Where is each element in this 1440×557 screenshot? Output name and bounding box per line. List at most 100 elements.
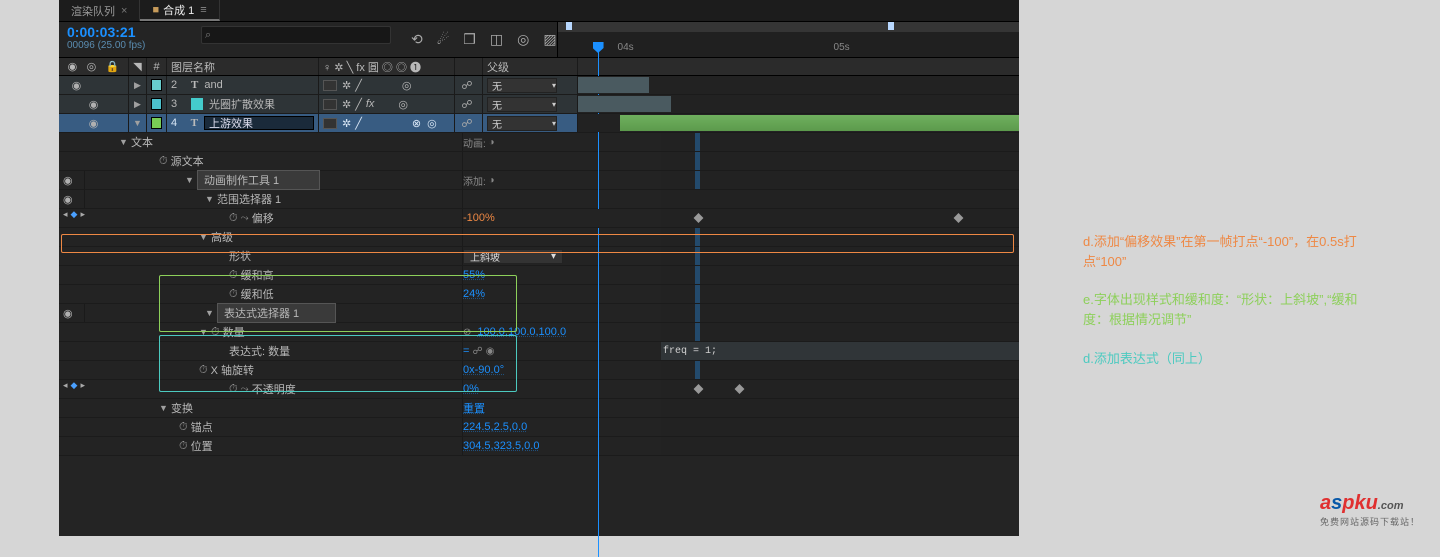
annotation-d1: d.添加“偏移效果”在第一帧打点“-100”，在0.5s打点“100”: [1083, 232, 1383, 272]
parent-dropdown[interactable]: 无▾: [487, 78, 557, 93]
twirl-icon[interactable]: ▼: [205, 194, 214, 204]
stopwatch-icon[interactable]: ⏱: [199, 364, 208, 377]
label-header-icon: ◥: [129, 58, 147, 75]
parent-dropdown[interactable]: 无▾: [487, 97, 557, 112]
draft3d-icon[interactable]: ⟲: [411, 31, 423, 48]
panel-menu-icon[interactable]: ≡: [200, 4, 206, 16]
tab-render-queue[interactable]: 渲染队列×: [59, 0, 140, 21]
pickwhip-icon[interactable]: ☍: [459, 79, 475, 92]
twirl-icon[interactable]: ▼: [185, 175, 194, 185]
tab-comp-1[interactable]: ■合成 1≡: [140, 0, 219, 21]
after-effects-panel: 渲染队列× ■合成 1≡ 0:00:03:21 00096 (25.00 fps…: [59, 0, 1019, 536]
parent-dropdown[interactable]: 无▾: [487, 116, 557, 131]
stopwatch-icon[interactable]: ⏱: [211, 326, 220, 339]
pickwhip-icon[interactable]: ☍: [459, 98, 475, 111]
annotation-d2: d.添加表达式（同上）: [1083, 349, 1383, 369]
label-color[interactable]: [151, 117, 162, 129]
add-animator-icon[interactable]: ◑: [486, 137, 495, 148]
twirl-icon[interactable]: ▼: [133, 118, 142, 128]
expression-play-icon[interactable]: ◉: [486, 346, 495, 357]
prop-advanced[interactable]: ▼ 高级: [59, 228, 1019, 247]
stopwatch-icon[interactable]: ⏱: [159, 155, 168, 168]
prop-animator[interactable]: ◉ ▼ 动画制作工具 1 添加: ◑: [59, 171, 1019, 190]
anchor-value[interactable]: 224.5,2.5,0.0: [463, 421, 527, 433]
prop-ease-high[interactable]: ⏱ 缓和高 55%: [59, 266, 1019, 285]
add-property-icon[interactable]: ◑: [486, 175, 495, 186]
annotation-e: e.字体出现样式和缓和度：“形状：上斜坡”,“缓和度：根据情况调节”: [1083, 290, 1383, 330]
shape-dropdown[interactable]: 上斜坡▾: [463, 249, 563, 264]
lock-header-icon: 🔒: [106, 60, 120, 73]
twirl-icon[interactable]: ▼: [119, 137, 128, 147]
layer-name-input[interactable]: [204, 116, 314, 130]
prop-x-rotation[interactable]: ⏱ X 轴旋转 0x-90.0°: [59, 361, 1019, 380]
x-rotation-value[interactable]: 0x-90.0°: [463, 364, 504, 376]
prop-expression-selector[interactable]: ◉ ▼ 表达式选择器 1: [59, 304, 1019, 323]
prev-kf-icon[interactable]: ◂: [63, 380, 68, 398]
twirl-icon[interactable]: ▶: [134, 80, 141, 91]
label-color[interactable]: [151, 98, 162, 110]
opacity-value[interactable]: 0%: [463, 383, 479, 395]
ease-high-value[interactable]: 55%: [463, 269, 485, 281]
twirl-icon[interactable]: ▶: [134, 99, 141, 110]
next-kf-icon[interactable]: ▸: [80, 209, 85, 227]
prop-transform-group[interactable]: ▼ 变换 重置: [59, 399, 1019, 418]
layer-row-3[interactable]: ◉ ▶ 3光圈扩散效果 ✲╱fx◎ ☍ 无▾: [59, 95, 1019, 114]
label-color[interactable]: [151, 79, 162, 91]
stopwatch-icon[interactable]: ⏱: [229, 269, 238, 282]
prop-shape[interactable]: 形状 上斜坡▾: [59, 247, 1019, 266]
prop-amount[interactable]: ▼ ⏱ 数量 ⊘100.0,100.0,100.0: [59, 323, 1019, 342]
prop-ease-low[interactable]: ⏱ 缓和低 24%: [59, 285, 1019, 304]
pickwhip-icon[interactable]: ☍: [459, 117, 475, 130]
eye-icon[interactable]: ◉: [72, 79, 82, 92]
solo-header-icon: ◎: [87, 60, 97, 73]
eye-header-icon: ◉: [68, 60, 78, 73]
stopwatch-icon[interactable]: ⏱: [229, 212, 238, 225]
annotations: d.添加“偏移效果”在第一帧打点“-100”，在0.5s打点“100” e.字体…: [1083, 232, 1383, 369]
twirl-icon[interactable]: ▼: [199, 232, 208, 242]
twirl-icon[interactable]: ▼: [205, 308, 214, 318]
eye-icon[interactable]: ◉: [63, 174, 73, 187]
prop-text-group[interactable]: ▼ 文本 动画: ◑: [59, 133, 1019, 152]
reset-link[interactable]: 重置: [463, 400, 485, 416]
layer-row-4[interactable]: ◉ ▼ 4T ✲╱⊗◎ ☍ 无▾: [59, 114, 1019, 133]
prop-offset[interactable]: ◂◆▸ ⏱ ⤳ 偏移 -100%: [59, 209, 1019, 228]
tab-bar: 渲染队列× ■合成 1≡: [59, 0, 1019, 22]
prop-opacity[interactable]: ◂◆▸ ⏱ ⤳ 不透明度 0%: [59, 380, 1019, 399]
index-header: #: [147, 58, 167, 75]
text-layer-icon: T: [191, 79, 198, 91]
stopwatch-icon[interactable]: ⏱: [229, 288, 238, 301]
timeline-tools: ⟲ ☄ ❒ ◫ ◎ ▨: [411, 22, 557, 57]
prop-source-text[interactable]: ⏱ 源文本: [59, 152, 1019, 171]
expression-code[interactable]: freq = 1;: [663, 346, 717, 357]
ease-low-value[interactable]: 24%: [463, 288, 485, 300]
ruler-tick: 05s: [834, 42, 850, 53]
twirl-icon[interactable]: ▼: [159, 403, 168, 413]
close-icon[interactable]: ×: [121, 5, 127, 17]
layer-row-2[interactable]: ◉ ▶ 2Tand ✲╱◎ ☍ 无▾: [59, 76, 1019, 95]
expression-pickwhip-icon[interactable]: ☍: [473, 346, 483, 357]
prop-anchor[interactable]: ⏱ 锚点 224.5,2.5,0.0: [59, 418, 1019, 437]
eye-icon[interactable]: ◉: [89, 117, 99, 130]
prev-kf-icon[interactable]: ◂: [63, 209, 68, 227]
prop-expression-amount[interactable]: 表达式: 数量 = ☍ ◉ freq = 1;: [59, 342, 1019, 361]
eye-icon[interactable]: ◉: [63, 193, 73, 206]
next-kf-icon[interactable]: ▸: [80, 380, 85, 398]
search-input[interactable]: [201, 26, 391, 44]
search-wrap: ⌕: [201, 26, 391, 44]
stopwatch-icon[interactable]: ⏱: [229, 383, 238, 396]
motion-blur-icon[interactable]: ◎: [517, 31, 529, 48]
amount-value[interactable]: 100.0,100.0,100.0: [477, 326, 566, 338]
shy-icon[interactable]: ☄: [437, 31, 450, 48]
eye-icon[interactable]: ◉: [89, 98, 99, 111]
offset-value[interactable]: -100%: [463, 212, 495, 224]
graph-editor-icon[interactable]: ▨: [543, 31, 556, 48]
stopwatch-icon[interactable]: ⏱: [179, 421, 188, 434]
eye-icon[interactable]: ◉: [63, 307, 73, 320]
twirl-icon[interactable]: ▼: [199, 327, 208, 337]
position-value[interactable]: 304.5,323.5,0.0: [463, 440, 539, 452]
stopwatch-icon[interactable]: ⏱: [179, 440, 188, 453]
prop-range-selector[interactable]: ◉ ▼ 范围选择器 1: [59, 190, 1019, 209]
prop-position[interactable]: ⏱ 位置 304.5,323.5,0.0: [59, 437, 1019, 456]
box-icon[interactable]: ❒: [463, 31, 476, 48]
frame-blend-icon[interactable]: ◫: [490, 31, 503, 48]
